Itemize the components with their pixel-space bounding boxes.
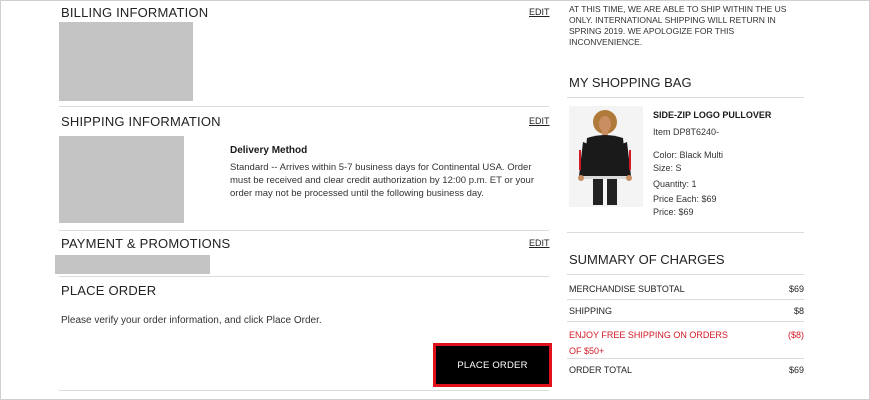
shipping-label: SHIPPING (569, 306, 613, 316)
divider (59, 230, 549, 231)
shipping-value: $8 (793, 306, 804, 316)
product-color: Color: Black Multi (653, 150, 724, 160)
product-quantity: Quantity: 1 (653, 179, 697, 189)
product-image[interactable] (569, 106, 643, 207)
subtotal-label: MERCHANDISE SUBTOTAL (569, 284, 685, 294)
promo-value: ($8) (787, 330, 804, 340)
summary-subtotal-row: MERCHANDISE SUBTOTAL $69 (569, 284, 804, 294)
product-name[interactable]: SIDE-ZIP LOGO PULLOVER (653, 110, 771, 120)
summary-promo-row: ENJOY FREE SHIPPING ON ORDERS OF $50+ ($… (569, 327, 804, 359)
divider (567, 274, 804, 275)
order-total-label: ORDER TOTAL (569, 365, 633, 375)
divider (567, 299, 804, 300)
place-order-title: PLACE ORDER (61, 283, 157, 298)
divider (59, 276, 549, 277)
shipping-title: SHIPPING INFORMATION (61, 114, 221, 129)
divider (567, 97, 804, 98)
product-photo-illustration (569, 106, 643, 207)
shopping-bag-title: MY SHOPPING BAG (569, 75, 692, 90)
summary-title: SUMMARY OF CHARGES (569, 252, 725, 267)
delivery-method-title: Delivery Method (230, 145, 308, 156)
divider (567, 358, 804, 359)
promo-label: ENJOY FREE SHIPPING ON ORDERS OF $50+ (569, 330, 728, 356)
payment-edit-link[interactable]: EDIT (529, 238, 550, 248)
billing-edit-link[interactable]: EDIT (529, 7, 550, 17)
product-price-each: Price Each: $69 (653, 194, 717, 204)
delivery-method-text: Standard -- Arrives within 5-7 business … (230, 162, 534, 199)
product-size: Size: S (653, 163, 682, 173)
place-order-instructions: Please verify your order information, an… (61, 315, 322, 326)
summary-shipping-row: SHIPPING $8 (569, 306, 804, 316)
divider (59, 390, 549, 391)
product-price: Price: $69 (653, 207, 694, 217)
divider (59, 106, 549, 107)
summary-total-row: ORDER TOTAL $69 (569, 365, 804, 375)
payment-title: PAYMENT & PROMOTIONS (61, 236, 231, 251)
billing-address-placeholder (59, 22, 193, 101)
shipping-edit-link[interactable]: EDIT (529, 116, 550, 126)
product-item-number: Item DP8T6240- (653, 127, 720, 137)
place-order-button[interactable]: PLACE ORDER (433, 343, 552, 387)
shipping-notice: AT THIS TIME, WE ARE ABLE TO SHIP WITHIN… (569, 4, 787, 47)
payment-info-placeholder (55, 255, 210, 274)
shipping-address-placeholder (59, 136, 184, 223)
billing-title: BILLING INFORMATION (61, 5, 209, 20)
subtotal-value: $69 (788, 284, 804, 294)
divider (567, 321, 804, 322)
order-total-value: $69 (788, 365, 804, 375)
divider (567, 232, 804, 233)
